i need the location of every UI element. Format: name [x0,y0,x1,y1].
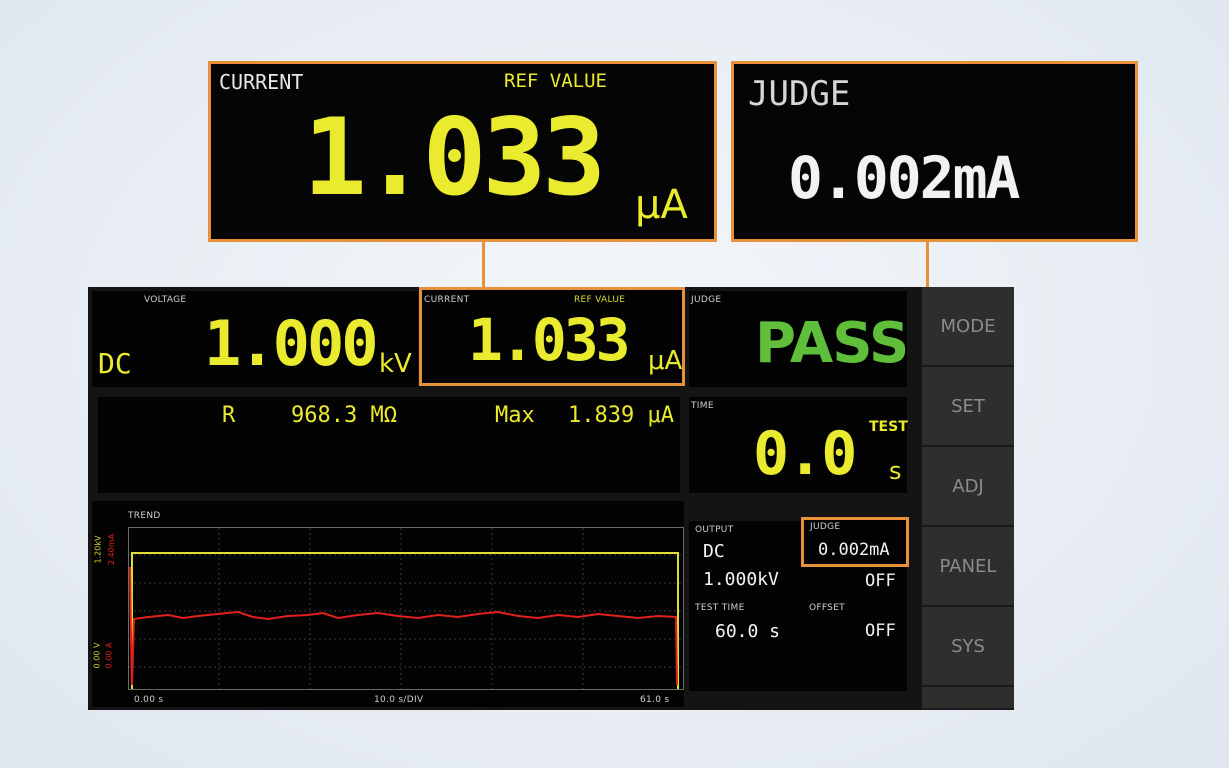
voltage-unit: kV [379,349,412,379]
voltage-mode: DC [98,347,132,380]
y-axis-current-top: 2.40mA [107,533,117,566]
voltage-label: VOLTAGE [144,295,187,305]
max-value: 1.839 μA [568,403,674,428]
menu-mode-button[interactable]: MODE [922,287,1014,367]
instrument-screen: VOLTAGE DC 1.000 kV CURRENT REF VALUE 1.… [88,287,1014,710]
callout-current-label: CURRENT [219,70,304,94]
time-value: 0.0 [753,419,857,489]
judge-result: PASS [755,311,909,376]
judge-setting-box: JUDGE 0.002mA [801,517,909,567]
current-ref-label: REF VALUE [574,295,626,305]
x-axis-start: 0.00 s [134,695,164,705]
callout-judge-zoom: JUDGE 0.002mA [731,61,1138,242]
output-panel: OUTPUT DC 1.000kV JUDGE 0.002mA OFF TEST… [689,517,909,691]
time-cell: TIME TEST 0.0 s [689,397,908,493]
time-test-label: TEST [869,419,908,435]
judge-setting-value: 0.002mA [818,540,890,560]
resistance-value: 968.3 MΩ [291,403,397,428]
menu-adj-label: ADJ [952,476,984,497]
judge-setting-label: JUDGE [810,522,841,532]
trend-label: TREND [128,511,161,521]
connector-current [482,242,485,288]
callout-current-value: 1.033 [303,96,606,219]
x-axis-div: 10.0 s/DIV [374,695,424,705]
judge-setting-state: OFF [865,571,896,591]
menu-set-label: SET [951,396,985,417]
y-axis-current-bottom: 0.00 A [104,642,114,669]
current-value: 1.033 [468,306,631,374]
max-label: Max [495,403,535,428]
voltage-trace [131,552,679,689]
test-time-value: 60.0 s [715,621,781,642]
callout-current-unit: μA [635,182,688,228]
output-mode: DC [703,541,725,562]
menu-sys-button[interactable]: SYS [922,607,1014,687]
resistance-cell: R 968.3 MΩ Max 1.839 μA [98,397,680,493]
judge-label: JUDGE [691,295,722,305]
current-label: CURRENT [424,295,470,305]
y-axis-voltage-bottom: 0.00 V [92,642,102,669]
test-time-label: TEST TIME [695,603,745,613]
time-label: TIME [691,401,714,411]
x-axis-end: 61.0 s [640,695,670,705]
callout-judge-value: 0.002mA [788,144,1020,212]
callout-judge-label: JUDGE [748,74,851,114]
y-axis-voltage-top: 1.20kV [93,535,103,564]
current-cell: CURRENT REF VALUE 1.033 μA [419,287,685,386]
menu-set-button[interactable]: SET [922,367,1014,447]
resistance-label: R [222,403,236,428]
menu-adj-button[interactable]: ADJ [922,447,1014,527]
output-value: 1.000kV [703,569,779,590]
menu-panel-button[interactable]: PANEL [922,527,1014,607]
current-unit: μA [648,346,683,376]
trend-plot [128,527,684,690]
menu-mode-label: MODE [940,316,996,337]
trend-panel: TREND 1.20kV 2.40mA 0.00 V 0.00 A 0.00 s… [92,501,684,707]
callout-current-zoom: CURRENT REF VALUE 1.033 μA [208,61,717,242]
callout-ref-value-label: REF VALUE [504,70,607,92]
offset-state: OFF [865,621,896,641]
voltage-cell: VOLTAGE DC 1.000 kV [92,291,418,387]
offset-label: OFFSET [809,603,845,613]
judge-cell: JUDGE PASS [689,291,909,387]
menu-panel-label: PANEL [939,556,997,577]
voltage-value: 1.000 [204,307,379,380]
output-label: OUTPUT [695,525,734,535]
menu-blank-button [922,687,1014,710]
menu-sys-label: SYS [951,636,985,657]
time-unit: s [889,457,902,485]
